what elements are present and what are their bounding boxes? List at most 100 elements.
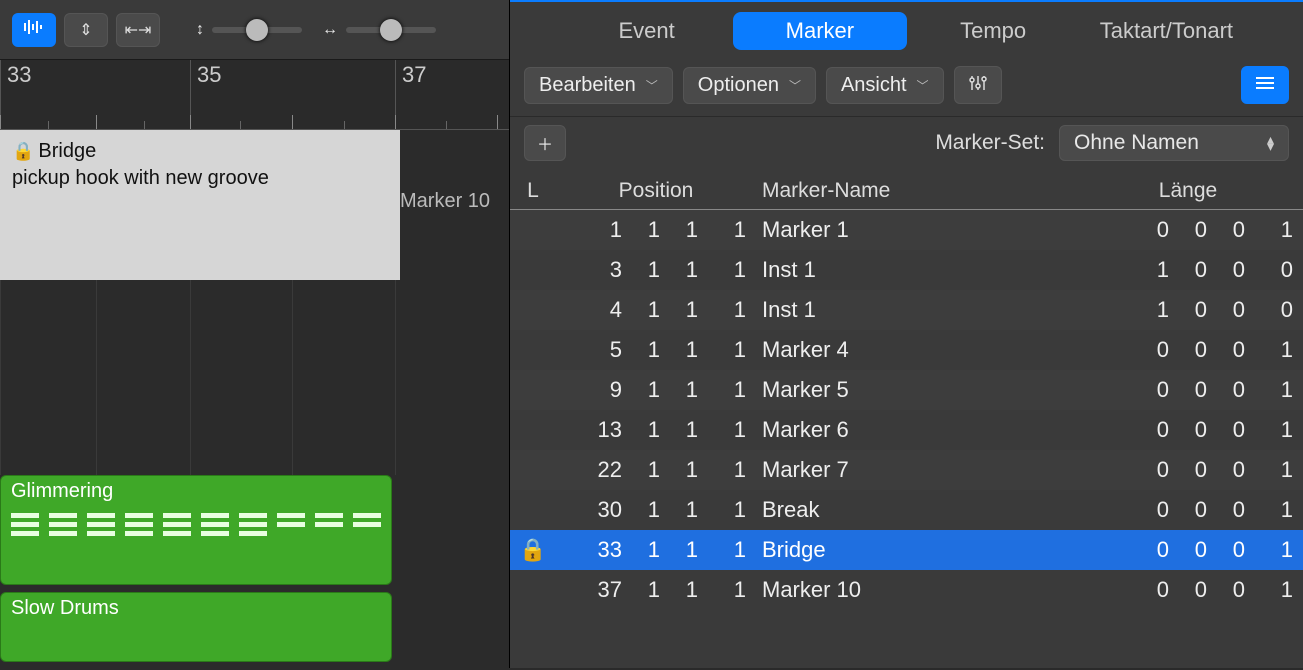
clip-title: Glimmering	[11, 480, 381, 503]
row-length[interactable]: 0001	[1073, 577, 1303, 603]
list-subtoolbar: Bearbeiten ﹀ Optionen ﹀ Ansicht ﹀	[510, 54, 1303, 117]
vertical-zoom-slider[interactable]	[212, 27, 302, 33]
horizontal-arrows-icon: ⇤⇥	[125, 20, 152, 40]
horizontal-fit-button[interactable]: ⇤⇥	[116, 13, 160, 47]
row-position[interactable]: 1111	[556, 217, 756, 243]
plus-icon: ＋	[537, 131, 553, 155]
row-position[interactable]: 37111	[556, 577, 756, 603]
row-length[interactable]: 1000	[1073, 297, 1303, 323]
table-row[interactable]: 37111Marker 100001	[510, 570, 1303, 610]
table-row[interactable]: 1111Marker 10001	[510, 210, 1303, 250]
row-name[interactable]: Marker 5	[756, 377, 1073, 403]
table-row[interactable]: 22111Marker 70001	[510, 450, 1303, 490]
list-view-button[interactable]	[1241, 66, 1289, 104]
marker-chip[interactable]: Marker 10	[400, 190, 490, 213]
list-icon	[1255, 76, 1275, 95]
table-row[interactable]: 3111Inst 11000	[510, 250, 1303, 290]
table-row[interactable]: 30111Break0001	[510, 490, 1303, 530]
row-name[interactable]: Marker 7	[756, 457, 1073, 483]
vertical-arrows-icon: ⇕	[79, 20, 92, 40]
row-name[interactable]: Marker 4	[756, 337, 1073, 363]
marker-set-value: Ohne Namen	[1074, 131, 1199, 155]
marker-region-bridge[interactable]: 🔒Bridge pickup hook with new groove	[0, 130, 400, 280]
row-length[interactable]: 0001	[1073, 497, 1303, 523]
arrange-toolbar: ⇕ ⇤⇥ ↕ ↔	[0, 0, 509, 60]
chevron-down-icon: ﹀	[789, 77, 801, 94]
col-name[interactable]: Marker-Name	[756, 179, 1073, 203]
add-marker-button[interactable]: ＋	[524, 125, 566, 161]
view-menu[interactable]: Ansicht ﹀	[826, 67, 944, 104]
list-tabs: Event Marker Tempo Taktart/Tonart	[510, 2, 1303, 54]
row-length[interactable]: 0001	[1073, 337, 1303, 363]
table-row[interactable]: 🔒33111Bridge0001	[510, 530, 1303, 570]
row-length[interactable]: 1000	[1073, 257, 1303, 283]
tab-event[interactable]: Event	[560, 12, 733, 50]
bar-number: 35	[197, 62, 221, 87]
horizontal-zoom-slider[interactable]	[346, 27, 436, 33]
marker-table: L Position Marker-Name Länge 1111Marker …	[510, 173, 1303, 668]
table-row[interactable]: 9111Marker 50001	[510, 370, 1303, 410]
filter-icon	[968, 73, 988, 98]
leftright-icon: ↔	[322, 21, 338, 39]
table-row[interactable]: 13111Marker 60001	[510, 410, 1303, 450]
filter-button[interactable]	[954, 66, 1002, 104]
options-label: Optionen	[698, 74, 779, 97]
row-length[interactable]: 0001	[1073, 377, 1303, 403]
clip-glimmering[interactable]: Glimmering	[0, 475, 392, 585]
list-panel: Event Marker Tempo Taktart/Tonart Bearbe…	[510, 0, 1303, 668]
ruler-ticks	[0, 115, 509, 129]
row-length[interactable]: 0001	[1073, 457, 1303, 483]
edit-menu[interactable]: Bearbeiten ﹀	[524, 67, 673, 104]
bar-number: 33	[7, 62, 31, 87]
table-row[interactable]: 5111Marker 40001	[510, 330, 1303, 370]
row-position[interactable]: 13111	[556, 417, 756, 443]
vertical-zoom[interactable]: ↕	[190, 21, 308, 39]
row-name[interactable]: Marker 1	[756, 217, 1073, 243]
midi-notes	[11, 513, 381, 536]
tracks-area[interactable]: 🔒Bridge pickup hook with new groove Mark…	[0, 130, 509, 670]
view-label: Ansicht	[841, 74, 907, 97]
bar-ruler[interactable]: 33 35 37	[0, 60, 509, 130]
marker-set-row: ＋ Marker-Set: Ohne Namen ▴▾	[510, 117, 1303, 173]
table-row[interactable]: 4111Inst 11000	[510, 290, 1303, 330]
row-name[interactable]: Break	[756, 497, 1073, 523]
col-lock[interactable]: L	[510, 179, 556, 203]
col-length[interactable]: Länge	[1073, 179, 1303, 203]
options-menu[interactable]: Optionen ﹀	[683, 67, 816, 104]
tab-tempo[interactable]: Tempo	[907, 12, 1080, 50]
tab-taktart[interactable]: Taktart/Tonart	[1080, 12, 1253, 50]
table-body: 1111Marker 100013111Inst 110004111Inst 1…	[510, 210, 1303, 610]
tab-marker[interactable]: Marker	[733, 12, 906, 50]
chevron-down-icon: ﹀	[646, 77, 658, 94]
updown-icon: ↕	[196, 21, 204, 39]
row-position[interactable]: 30111	[556, 497, 756, 523]
row-position[interactable]: 33111	[556, 537, 756, 563]
edit-label: Bearbeiten	[539, 74, 636, 97]
lock-icon: 🔒	[12, 141, 34, 161]
table-header: L Position Marker-Name Länge	[510, 173, 1303, 210]
row-length[interactable]: 0001	[1073, 217, 1303, 243]
row-position[interactable]: 4111	[556, 297, 756, 323]
row-name[interactable]: Marker 6	[756, 417, 1073, 443]
row-name[interactable]: Inst 1	[756, 297, 1073, 323]
waveform-icon	[23, 19, 45, 40]
waveform-tool-button[interactable]	[12, 13, 56, 47]
bar-number: 37	[402, 62, 426, 87]
horizontal-zoom[interactable]: ↔	[316, 21, 442, 39]
marker-set-select[interactable]: Ohne Namen ▴▾	[1059, 125, 1289, 161]
arrange-panel: ⇕ ⇤⇥ ↕ ↔ 33 35 37	[0, 0, 510, 668]
clip-slow-drums[interactable]: Slow Drums	[0, 592, 392, 662]
vertical-fit-button[interactable]: ⇕	[64, 13, 108, 47]
row-name[interactable]: Inst 1	[756, 257, 1073, 283]
row-length[interactable]: 0001	[1073, 537, 1303, 563]
row-position[interactable]: 5111	[556, 337, 756, 363]
row-position[interactable]: 3111	[556, 257, 756, 283]
col-position[interactable]: Position	[556, 179, 756, 203]
clip-title: Slow Drums	[11, 597, 381, 620]
row-position[interactable]: 9111	[556, 377, 756, 403]
row-position[interactable]: 22111	[556, 457, 756, 483]
stepper-icon: ▴▾	[1267, 136, 1274, 150]
row-name[interactable]: Bridge	[756, 537, 1073, 563]
row-length[interactable]: 0001	[1073, 417, 1303, 443]
row-name[interactable]: Marker 10	[756, 577, 1073, 603]
